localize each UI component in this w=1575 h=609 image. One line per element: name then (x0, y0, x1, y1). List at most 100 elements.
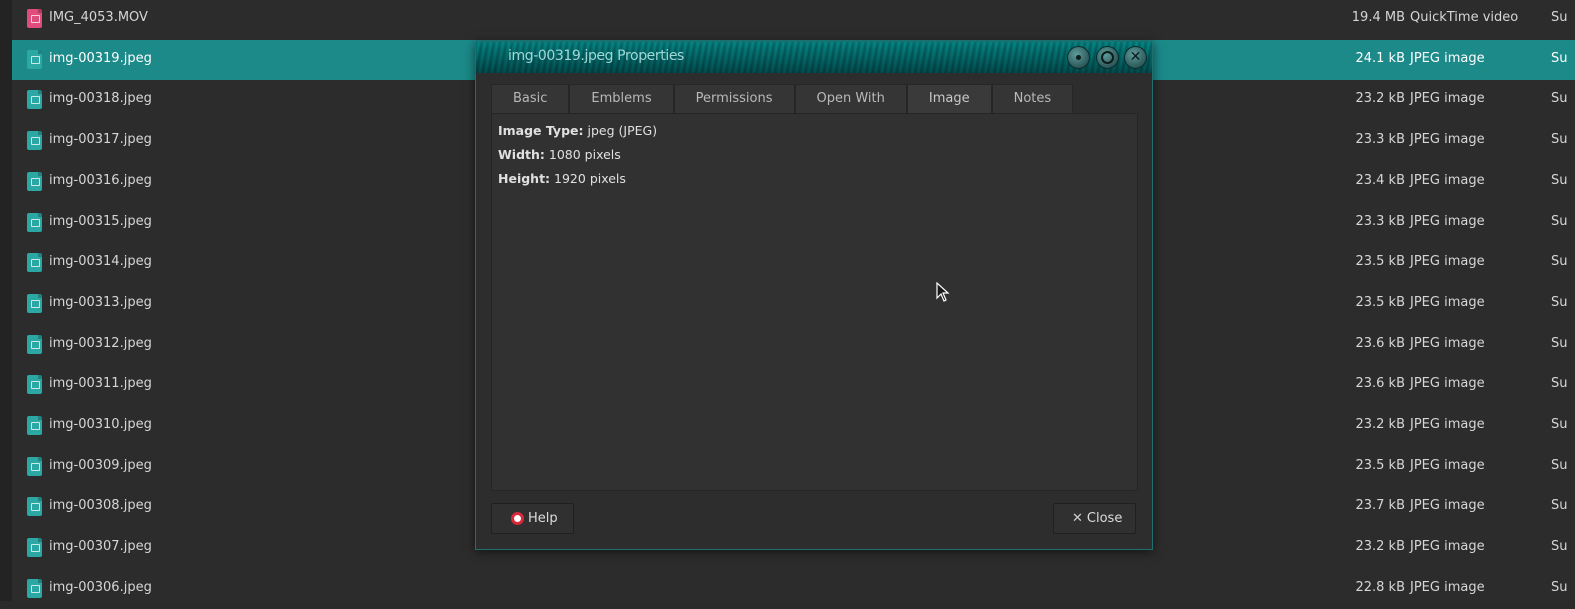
file-row[interactable]: img-00306.jpeg 22.8 kB JPEG image Su (12, 569, 1575, 609)
file-size: 23.3 kB (1355, 132, 1405, 148)
file-size: 23.5 kB (1355, 457, 1405, 473)
file-type: JPEG image (1410, 335, 1485, 351)
tab-permissions[interactable]: Permissions (673, 84, 795, 113)
file-row[interactable]: IMG_4053.MOV 19.4 MB QuickTime video Su (12, 0, 1575, 39)
file-extra-column: Su (1551, 172, 1568, 188)
file-name: img-00319.jpeg (49, 50, 152, 66)
file-name: img-00317.jpeg (49, 132, 152, 148)
image-file-icon (27, 334, 42, 354)
file-type: JPEG image (1410, 91, 1485, 107)
file-size: 19.4 MB (1351, 10, 1405, 25)
image-file-icon (27, 456, 42, 476)
file-extra-column: Su (1551, 294, 1568, 310)
image-file-icon (27, 375, 42, 395)
help-button[interactable]: Help (491, 503, 574, 534)
tab-bar: Basic Emblems Permissions Open With Imag… (491, 84, 1074, 113)
file-extra-column: Su (1551, 50, 1568, 66)
tab-image[interactable]: Image (906, 84, 992, 113)
width-label: Width: (498, 147, 545, 162)
minimize-button[interactable] (1067, 46, 1090, 69)
image-file-icon (27, 497, 42, 517)
maximize-button[interactable] (1096, 46, 1119, 69)
file-size: 23.2 kB (1355, 91, 1405, 107)
maximize-icon (1097, 47, 1118, 68)
file-type: JPEG image (1410, 417, 1485, 432)
file-name: img-00312.jpeg (49, 335, 152, 351)
image-file-icon (27, 131, 42, 151)
tab-basic[interactable]: Basic (491, 84, 570, 113)
image-file-icon (27, 212, 42, 232)
file-type: JPEG image (1410, 50, 1485, 66)
close-icon: ✕ (1129, 49, 1142, 65)
file-extra-column: Su (1551, 254, 1568, 270)
height-row: Height: 1920 pixels (498, 171, 626, 186)
file-size: 23.2 kB (1355, 417, 1405, 432)
image-type-row: Image Type: jpeg (JPEG) (498, 123, 657, 138)
file-extra-column: Su (1551, 213, 1568, 229)
file-size: 23.3 kB (1355, 213, 1405, 229)
file-extra-column: Su (1551, 376, 1568, 392)
file-name: img-00314.jpeg (49, 254, 152, 270)
file-type: JPEG image (1410, 254, 1485, 270)
file-name: img-00306.jpeg (49, 579, 152, 595)
file-extra-column: Su (1551, 498, 1568, 514)
file-name: img-00307.jpeg (49, 539, 152, 555)
properties-dialog: img-00319.jpeg Properties ✕ Basic Emblem… (475, 41, 1153, 550)
file-extra-column: Su (1551, 132, 1568, 148)
file-name: img-00310.jpeg (49, 417, 152, 432)
dialog-titlebar[interactable]: img-00319.jpeg Properties ✕ (476, 42, 1152, 73)
image-file-icon (27, 578, 42, 598)
mouse-pointer-icon (936, 282, 950, 302)
file-type: JPEG image (1410, 294, 1485, 310)
file-type: JPEG image (1410, 213, 1485, 229)
file-size: 23.5 kB (1355, 294, 1405, 310)
file-size: 24.1 kB (1355, 50, 1405, 66)
file-size: 23.5 kB (1355, 254, 1405, 270)
lifebuoy-icon (511, 512, 524, 525)
file-type: JPEG image (1410, 579, 1485, 595)
tab-open-with[interactable]: Open With (794, 84, 907, 113)
file-type: JPEG image (1410, 132, 1485, 148)
tab-emblems[interactable]: Emblems (569, 84, 674, 113)
file-size: 23.6 kB (1355, 335, 1405, 351)
image-file-icon (27, 293, 42, 313)
file-type: JPEG image (1410, 539, 1485, 555)
file-name: img-00315.jpeg (49, 213, 152, 229)
image-type-label: Image Type: (498, 123, 584, 138)
file-extra-column: Su (1551, 335, 1568, 351)
file-size: 22.8 kB (1355, 579, 1405, 595)
file-extra-column: Su (1551, 91, 1568, 107)
close-label: Close (1086, 511, 1123, 526)
file-name: img-00308.jpeg (49, 498, 152, 514)
tab-notes[interactable]: Notes (991, 84, 1074, 113)
file-name: img-00309.jpeg (49, 457, 152, 473)
file-name: img-00313.jpeg (49, 294, 152, 310)
file-extra-column: Su (1551, 579, 1568, 595)
file-type: QuickTime video (1410, 10, 1519, 25)
file-size: 23.6 kB (1355, 376, 1405, 392)
dialog-title: img-00319.jpeg Properties (508, 48, 684, 64)
file-type: JPEG image (1410, 376, 1485, 392)
file-name: img-00318.jpeg (49, 91, 152, 107)
image-file-icon (27, 253, 42, 273)
close-button[interactable]: ✕ Close (1053, 503, 1136, 534)
image-type-value: jpeg (JPEG) (587, 123, 658, 138)
file-type: JPEG image (1410, 172, 1485, 188)
file-extra-column: Su (1551, 457, 1568, 473)
help-label: Help (528, 511, 558, 526)
file-size: 23.2 kB (1355, 539, 1405, 555)
file-type: JPEG image (1410, 498, 1485, 514)
left-gutter (0, 0, 12, 601)
file-name: img-00311.jpeg (49, 376, 152, 392)
file-extra-column: Su (1551, 539, 1568, 555)
file-extra-column: Su (1551, 417, 1568, 432)
width-value: 1080 pixels (548, 147, 621, 162)
image-file-icon (27, 171, 42, 191)
height-label: Height: (498, 171, 551, 186)
file-extra-column: Su (1551, 10, 1568, 25)
close-window-button[interactable]: ✕ (1124, 46, 1147, 69)
width-row: Width: 1080 pixels (498, 147, 621, 162)
image-file-icon (27, 538, 42, 558)
image-file-icon (27, 416, 42, 435)
file-type: JPEG image (1410, 457, 1485, 473)
